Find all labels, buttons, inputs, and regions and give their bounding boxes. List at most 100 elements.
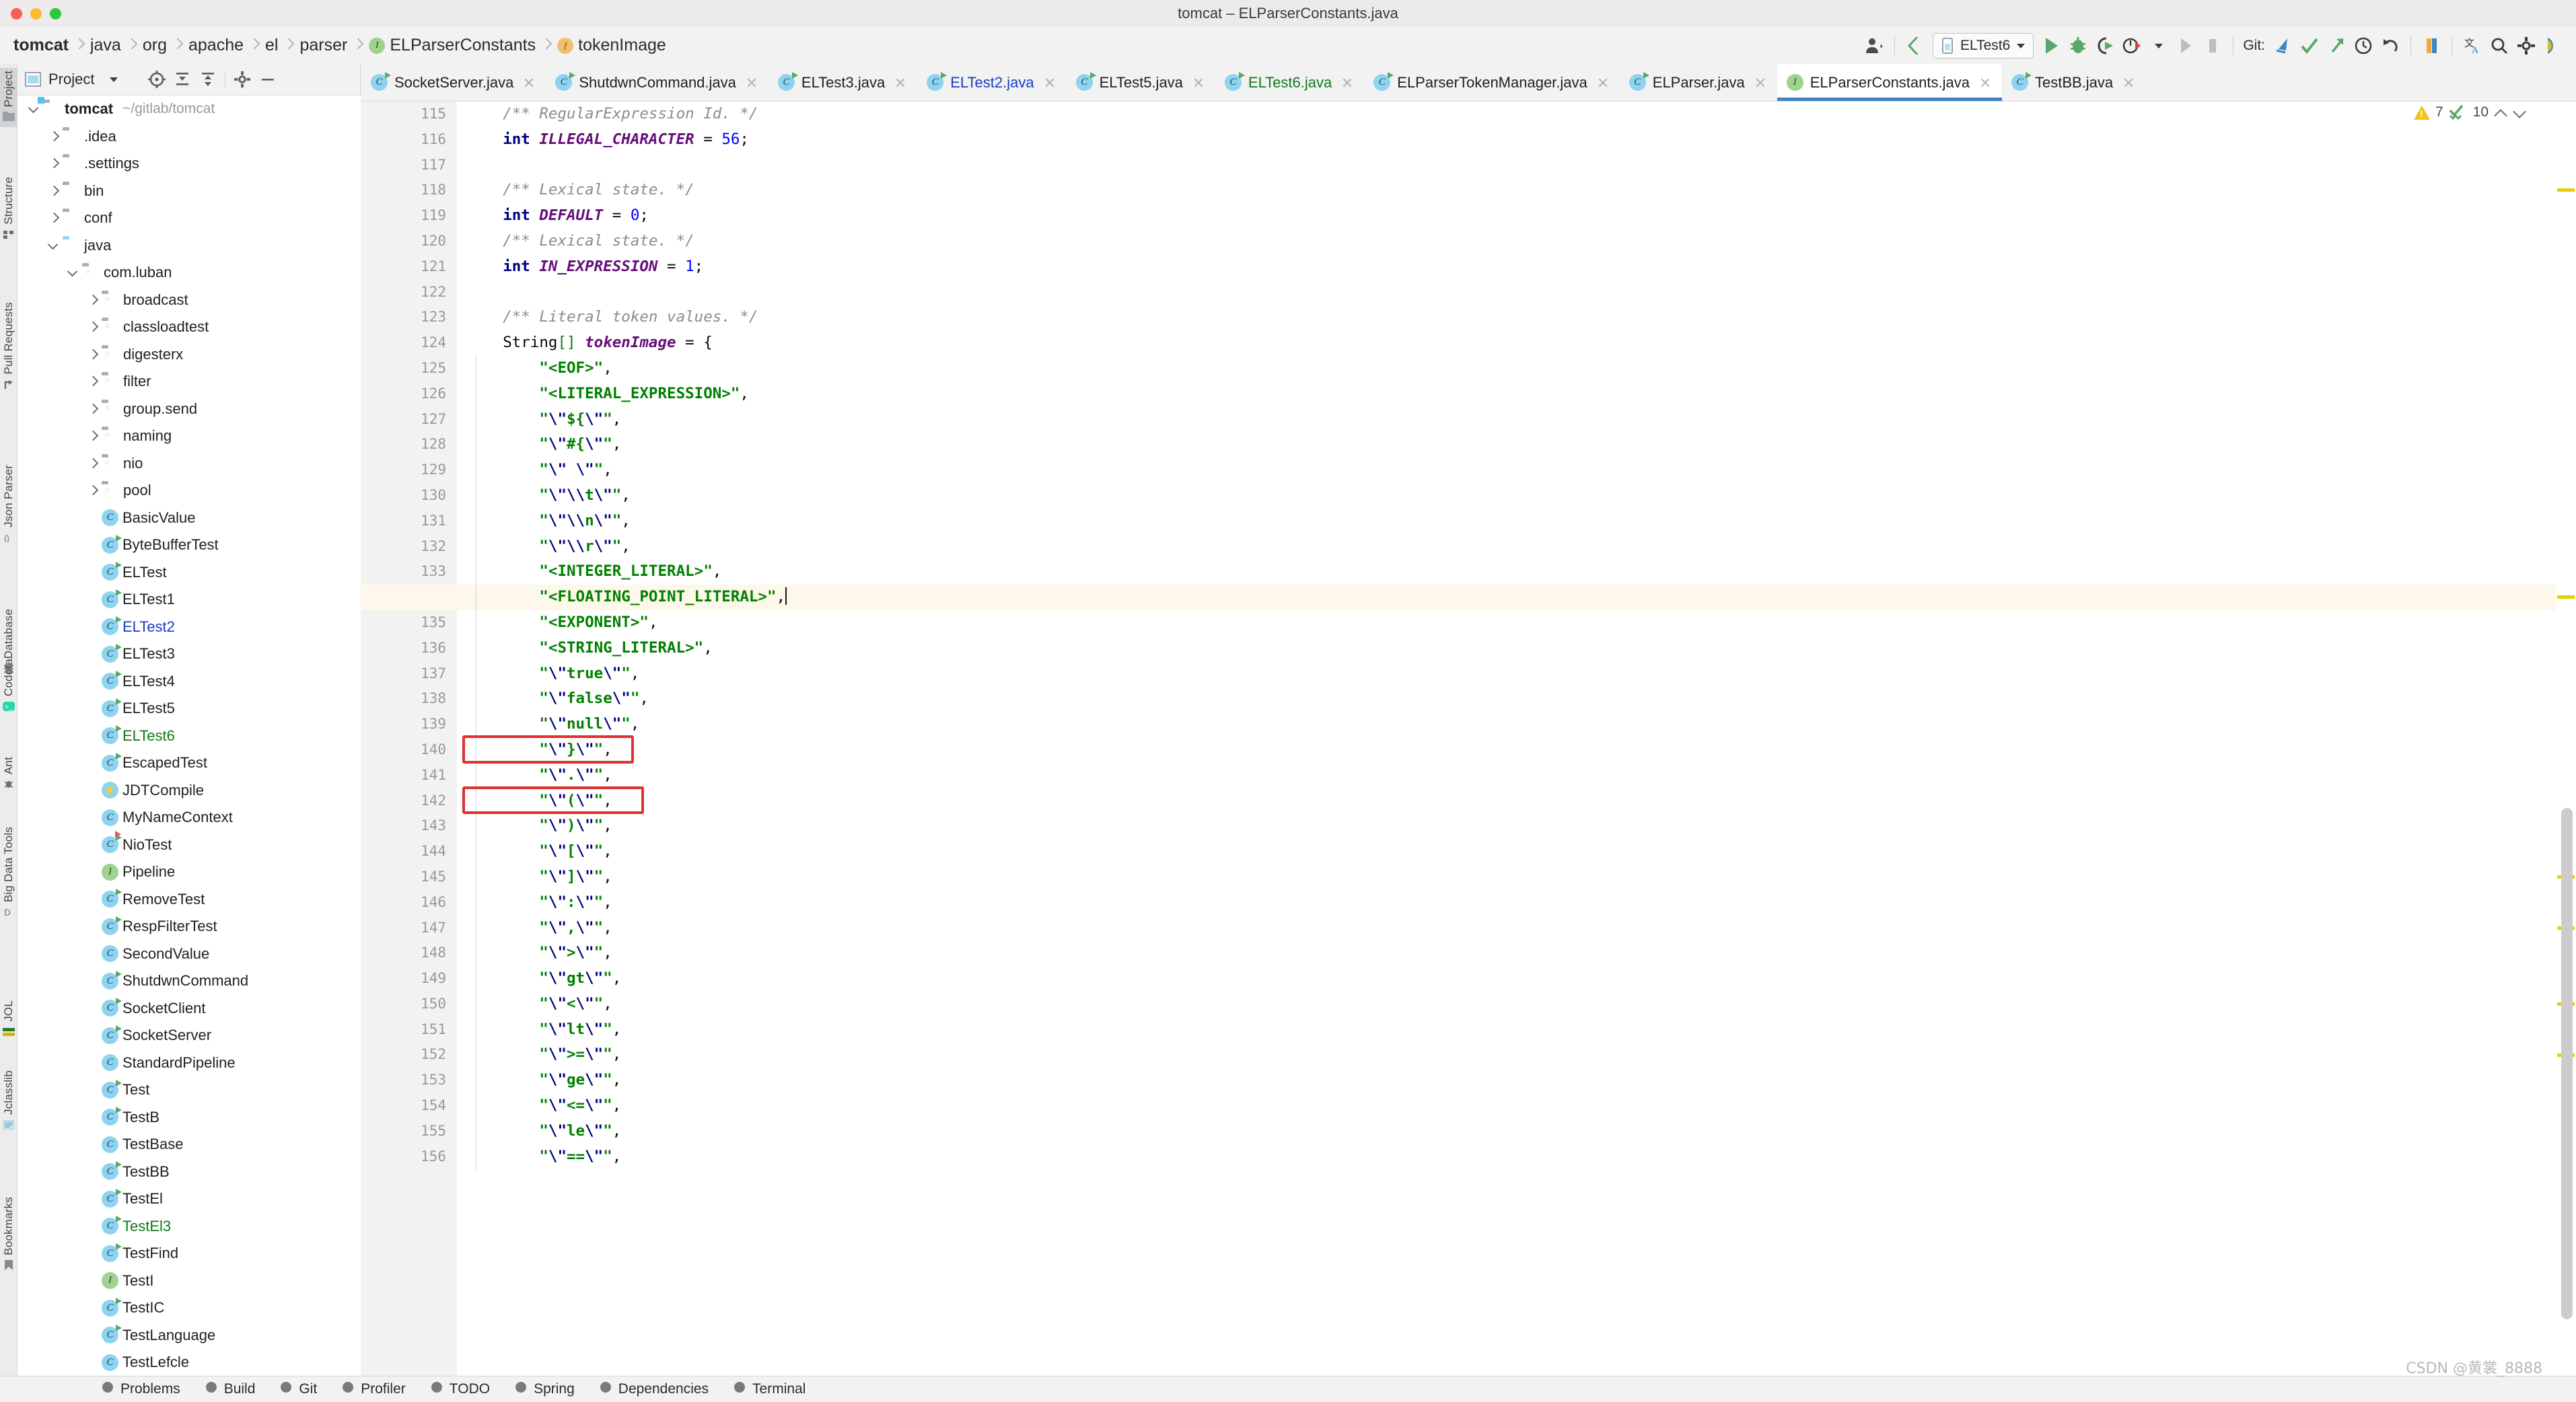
status-bar-item-profiler[interactable]: Profiler [341, 1380, 406, 1398]
line-number[interactable]: 125 [361, 356, 457, 381]
run-dropdown-icon[interactable] [2145, 32, 2172, 59]
breadcrumb-item-tokenimage[interactable]: f tokenImage [554, 36, 669, 55]
chevron-right-icon[interactable] [46, 211, 61, 225]
git-commit-icon[interactable] [2296, 32, 2323, 59]
code-line[interactable]: "\"le\"", [457, 1119, 2476, 1144]
line-number[interactable]: 120 [361, 229, 457, 254]
tree-node-java[interactable]: java [17, 232, 361, 260]
tool-window-tab-codota[interactable]: >_ Codota [0, 656, 17, 716]
chevron-right-icon[interactable] [85, 483, 100, 498]
tree-node-broadcast[interactable]: broadcast [17, 287, 361, 314]
line-number[interactable]: 126 [361, 381, 457, 407]
tree-node-standardpipeline[interactable]: C StandardPipeline [17, 1049, 361, 1077]
line-number[interactable]: 117 [361, 153, 457, 178]
collapse-all-icon[interactable] [171, 68, 194, 91]
close-tab-icon[interactable] [893, 75, 908, 90]
line-number[interactable]: 115 [361, 102, 457, 127]
editor-marker-bar[interactable] [2556, 102, 2576, 1376]
editor-tab-eltest2-java[interactable]: C ELTest2.java [917, 64, 1066, 101]
scroll-marker[interactable] [2557, 595, 2575, 599]
close-tab-icon[interactable] [1753, 75, 1768, 90]
tree-node-tomcat[interactable]: tomcat ~/gitlab/tomcat [17, 96, 361, 123]
tree-node--idea[interactable]: .idea [17, 123, 361, 151]
code-line[interactable]: int DEFAULT = 0; [457, 203, 2476, 229]
tool-window-tab-project[interactable]: Project [0, 68, 17, 128]
tree-node-socketclient[interactable]: C SocketClient [17, 995, 361, 1023]
search-everywhere-icon[interactable] [2486, 32, 2513, 59]
line-number[interactable]: 156 [361, 1144, 457, 1170]
line-number[interactable]: 144 [361, 839, 457, 864]
minimize-window-button[interactable] [30, 8, 42, 20]
line-number[interactable]: 149 [361, 966, 457, 992]
code-line[interactable]: "\"true\"", [457, 661, 2476, 687]
tree-node-testb[interactable]: C TestB [17, 1104, 361, 1132]
line-number[interactable]: 139 [361, 712, 457, 737]
tree-node-bin[interactable]: bin [17, 178, 361, 205]
close-tab-icon[interactable] [1978, 75, 1993, 90]
line-number[interactable]: 131 [361, 509, 457, 534]
line-number[interactable]: 133 [361, 559, 457, 585]
editor-tab-socketserver-java[interactable]: C SocketServer.java [361, 64, 546, 101]
line-number[interactable]: 154 [361, 1093, 457, 1119]
code-line[interactable]: /** Lexical state. */ [457, 229, 2476, 254]
code-line[interactable]: "\"${\"", [457, 407, 2476, 433]
close-tab-icon[interactable] [2121, 75, 2136, 90]
chevron-right-icon[interactable] [85, 374, 100, 389]
code-line[interactable]: "<INTEGER_LITERAL>", [457, 559, 2476, 585]
breadcrumb-item-tomcat[interactable]: tomcat [11, 36, 71, 55]
close-tab-icon[interactable] [744, 75, 759, 90]
scroll-marker[interactable] [2557, 188, 2575, 192]
close-tab-icon[interactable] [1191, 75, 1206, 90]
code-line[interactable]: /** Lexical state. */ [457, 178, 2476, 203]
run-coverage-icon[interactable] [2091, 32, 2118, 59]
tree-node--settings[interactable]: .settings [17, 150, 361, 178]
code-line[interactable]: "\"]\"", [457, 864, 2476, 890]
code-line[interactable]: /** Literal token values. */ [457, 305, 2476, 330]
code-line[interactable]: "\"false\"", [457, 686, 2476, 712]
editor-tab-eltest3-java[interactable]: C ELTest3.java [768, 64, 917, 101]
git-push-icon[interactable] [2323, 32, 2350, 59]
code-line[interactable]: "\"<\"", [457, 992, 2476, 1017]
code-line[interactable]: "\">=\"", [457, 1042, 2476, 1068]
editor-tab-shutdwncommand-java[interactable]: C ShutdwnCommand.java [546, 64, 768, 101]
chevron-down-icon[interactable] [27, 102, 42, 116]
tree-node-testel[interactable]: C TestEl [17, 1185, 361, 1213]
compare-icon[interactable] [2418, 32, 2445, 59]
code-line[interactable]: "\"\\r\"", [457, 534, 2476, 560]
line-number[interactable]: 152 [361, 1042, 457, 1068]
tree-node-eltest3[interactable]: C ELTest3 [17, 640, 361, 668]
breadcrumb-item-org[interactable]: org [140, 36, 170, 55]
status-bar-item-build[interactable]: Build [205, 1380, 255, 1398]
tool-window-tab-jol[interactable]: JOL [0, 998, 17, 1042]
line-number-gutter[interactable]: 115 116 117 118 119 120 121 122 123 124 125 126 127 1… [361, 102, 457, 1376]
tree-node-testbase[interactable]: C TestBase [17, 1131, 361, 1158]
line-number[interactable]: 145 [361, 864, 457, 890]
line-number[interactable]: 138 [361, 686, 457, 712]
code-line[interactable]: "<FLOATING_POINT_LITERAL>", [457, 585, 2476, 610]
line-number[interactable]: 128 [361, 432, 457, 457]
chevron-down-icon[interactable] [46, 238, 61, 253]
line-number[interactable]: 136 [361, 636, 457, 661]
code-line[interactable] [457, 280, 2476, 305]
tree-node-secondvalue[interactable]: C SecondValue [17, 940, 361, 968]
line-number[interactable]: 130 [361, 483, 457, 509]
code-line[interactable]: "\"lt\"", [457, 1017, 2476, 1043]
prev-problem-icon[interactable] [2494, 106, 2507, 119]
tool-window-tab-ant[interactable]: Ant [0, 754, 17, 795]
code-line[interactable] [457, 153, 2476, 178]
code-line[interactable]: "\">\"", [457, 940, 2476, 966]
code-line[interactable]: "<EXPONENT>", [457, 610, 2476, 636]
chevron-right-icon[interactable] [85, 293, 100, 307]
tree-node-digesterx[interactable]: digesterx [17, 341, 361, 369]
chevron-right-icon[interactable] [85, 347, 100, 362]
code-line[interactable]: "\"null\"", [457, 712, 2476, 737]
profiler-icon[interactable] [2118, 32, 2145, 59]
inspection-widget[interactable]: 7 10 [2413, 104, 2526, 120]
status-bar-item-dependencies[interactable]: Dependencies [599, 1380, 709, 1398]
code-line[interactable]: "\"<=\"", [457, 1093, 2476, 1119]
tool-window-tab-jclasslib[interactable]: Jclasslib [0, 1068, 17, 1135]
tool-window-tab-bookmarks[interactable]: Bookmarks [0, 1194, 17, 1276]
line-number[interactable]: 122 [361, 280, 457, 305]
expand-all-icon[interactable] [196, 68, 219, 91]
line-number[interactable]: 146 [361, 890, 457, 916]
